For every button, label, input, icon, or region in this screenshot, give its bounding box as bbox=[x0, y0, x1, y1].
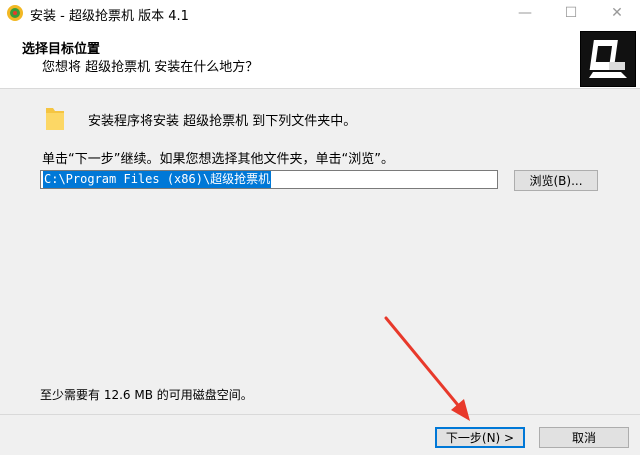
wizard-header: 选择目标位置 您想将 超级抢票机 安装在什么地方？ bbox=[0, 26, 640, 89]
install-path-input[interactable]: C:\Program Files (x86)\超级抢票机 bbox=[40, 170, 498, 189]
browse-button[interactable]: 浏览(B)... bbox=[514, 170, 598, 191]
close-icon: ✕ bbox=[611, 5, 623, 21]
minimize-icon: — bbox=[518, 5, 532, 21]
instruction-text: 单击“下一步”继续。如果您想选择其他文件夹，单击“浏览”。 bbox=[42, 152, 394, 167]
window-title: 安装 - 超级抢票机 版本 4.1 bbox=[30, 9, 189, 24]
installer-logo-icon bbox=[580, 31, 636, 87]
install-path-value: C:\Program Files (x86)\超级抢票机 bbox=[43, 171, 272, 188]
intro-text: 安装程序将安装 超级抢票机 到下列文件夹中。 bbox=[88, 114, 357, 129]
next-button[interactable]: 下一步(N) > bbox=[435, 427, 525, 448]
app-icon bbox=[7, 5, 23, 21]
title-bar: 安装 - 超级抢票机 版本 4.1 — ☐ ✕ bbox=[0, 0, 640, 26]
close-button[interactable]: ✕ bbox=[594, 0, 640, 26]
minimize-button[interactable]: — bbox=[502, 0, 548, 26]
page-title: 选择目标位置 bbox=[22, 42, 101, 57]
maximize-button[interactable]: ☐ bbox=[548, 0, 594, 26]
page-subtitle: 您想将 超级抢票机 安装在什么地方？ bbox=[42, 60, 259, 75]
disk-space-text: 至少需要有 12.6 MB 的可用磁盘空间。 bbox=[40, 388, 253, 402]
folder-icon bbox=[46, 108, 64, 130]
maximize-icon: ☐ bbox=[564, 5, 578, 21]
footer-divider bbox=[0, 414, 640, 415]
cancel-button[interactable]: 取消 bbox=[539, 427, 629, 448]
